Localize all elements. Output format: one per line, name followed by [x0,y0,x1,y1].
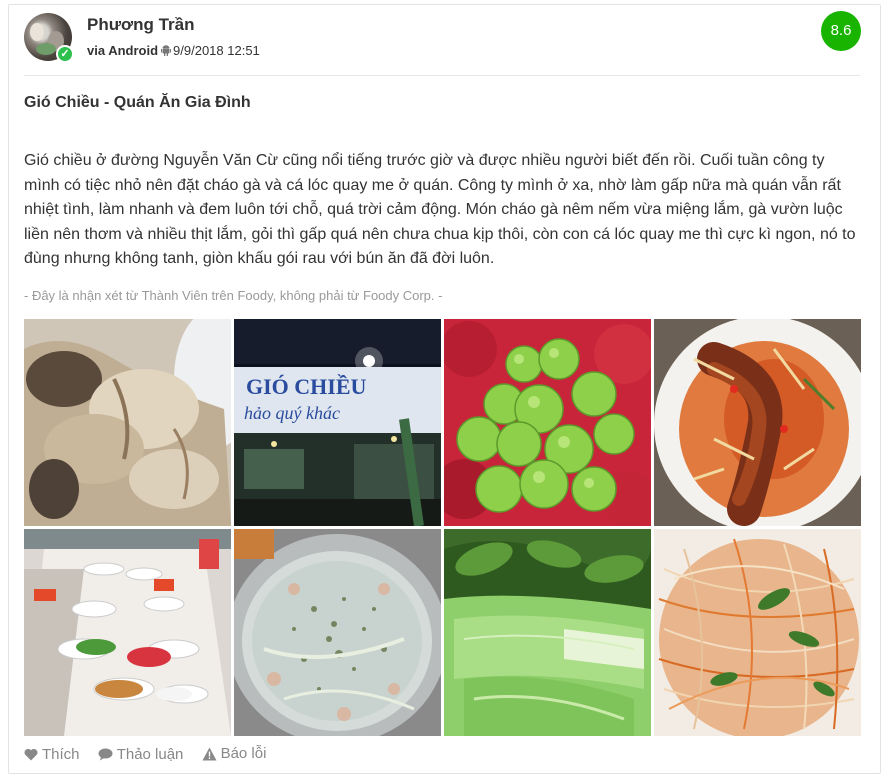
photo-party-tables[interactable] [24,529,231,736]
comment-icon [98,748,113,760]
photo-tamarind-fish[interactable] [654,319,861,526]
photo-restaurant-sign[interactable]: GIÓ CHIỀU hảo quý khác [234,319,441,526]
photo-herbs[interactable] [444,529,651,736]
review-title[interactable]: Gió Chiều - Quán Ăn Gia Đình [24,94,251,112]
photo-boiled-chicken[interactable] [24,319,231,526]
action-bar: Thích Thảo luận Báo lỗi [24,745,280,765]
android-icon [161,45,172,56]
like-label: Thích [42,745,80,763]
sign-title: GIÓ CHIỀU [246,374,367,399]
photo-chicken-porridge[interactable] [234,529,441,736]
verified-check-icon: ✓ [56,45,74,63]
report-label: Báo lỗi [220,745,267,762]
photo-salad[interactable] [654,529,861,736]
review-disclaimer: - Đây là nhận xét từ Thành Viên trên Foo… [24,288,443,303]
warning-icon [202,747,217,760]
heart-icon [24,748,38,760]
post-meta: via Android 9/9/2018 12:51 [87,43,260,58]
review-body: Gió chiều ở đường Nguyễn Văn Cừ cũng nổi… [24,152,856,268]
photo-grid: GIÓ CHIỀU hảo quý khác [24,319,861,737]
via-platform: via Android [87,43,159,58]
post-datetime: 9/9/2018 12:51 [173,43,260,58]
score-badge: 8.6 [821,11,861,51]
header-divider [24,75,860,76]
discuss-label: Thảo luận [116,745,184,763]
discuss-button[interactable]: Thảo luận [98,745,184,763]
review-card: ✓ Phương Trần via Android 9/9/2018 12:51 … [8,4,881,774]
photo-fruits[interactable] [444,319,651,526]
sign-subtitle: hảo quý khác [244,403,340,423]
like-button[interactable]: Thích [24,746,80,763]
report-button[interactable]: Báo lỗi [202,745,267,762]
user-name[interactable]: Phương Trần [87,15,195,35]
